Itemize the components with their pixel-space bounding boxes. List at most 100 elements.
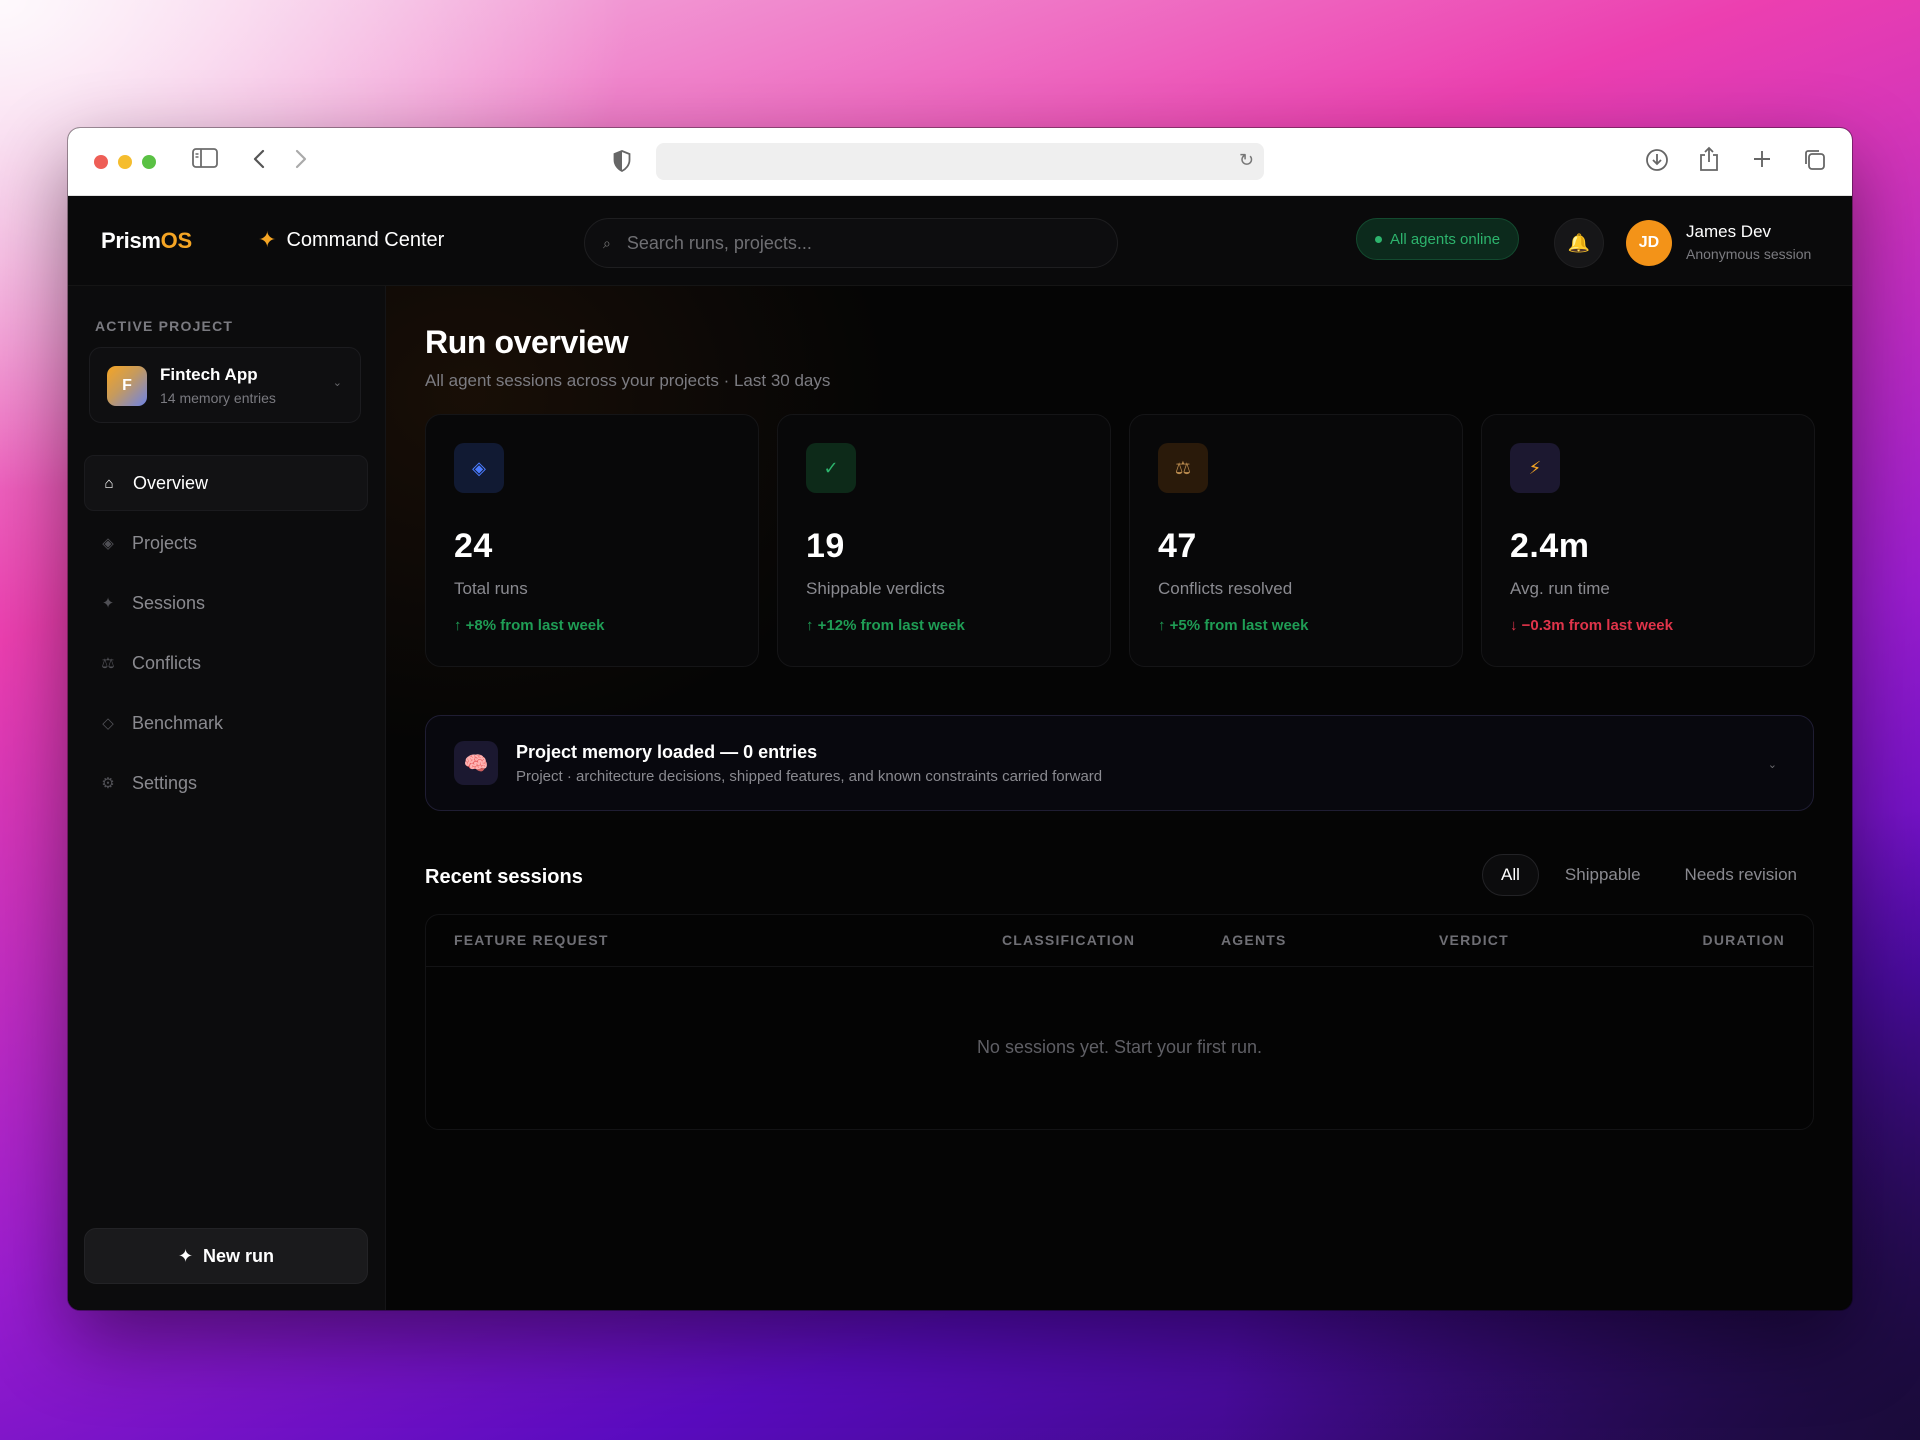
search-input[interactable] bbox=[626, 232, 1047, 254]
new-tab-icon[interactable] bbox=[1751, 148, 1773, 176]
sidebar-item-label: Settings bbox=[132, 772, 198, 793]
sidebar-nav: ⌂ Overview ◈ Projects ✦ Sessions ⚖ Confl… bbox=[84, 455, 368, 815]
stat-value: 19 bbox=[806, 527, 845, 565]
bell-icon: 🔔 bbox=[1567, 232, 1591, 253]
search-bar[interactable]: ⌕ bbox=[584, 218, 1118, 268]
project-switcher[interactable]: F Fintech App 14 memory entries ⌄ bbox=[89, 347, 361, 423]
stats-row: ◈ 24 Total runs ↑ +8% from last week ✓ 1… bbox=[425, 414, 1815, 667]
forward-icon[interactable] bbox=[294, 148, 308, 176]
online-dot-icon bbox=[1375, 235, 1382, 243]
memory-subtitle: Project · architecture decisions, shippe… bbox=[516, 768, 1103, 785]
chevron-down-icon[interactable]: ⌄ bbox=[1768, 758, 1777, 771]
notifications-button[interactable]: 🔔 bbox=[1554, 218, 1604, 268]
column-header-feature-request[interactable]: FEATURE REQUEST bbox=[454, 932, 609, 948]
reload-icon[interactable]: ↻ bbox=[1239, 150, 1254, 171]
sidebar-item-overview[interactable]: ⌂ Overview bbox=[84, 455, 368, 511]
browser-window: ↻ PrismOS ✦ Command Center ⌕ Search runs… bbox=[68, 128, 1852, 1310]
filter-all[interactable]: All bbox=[1482, 854, 1539, 896]
sessions-table: FEATURE REQUEST CLASSIFICATION AGENTS VE… bbox=[425, 914, 1814, 1130]
diamond-icon: ◈ bbox=[454, 443, 504, 493]
check-icon: ✓ bbox=[806, 443, 856, 493]
diamond-outline-icon: ◇ bbox=[102, 715, 114, 732]
stat-label: Avg. run time bbox=[1510, 579, 1610, 598]
sidebar-item-label: Conflicts bbox=[132, 652, 202, 673]
memory-title: Project memory loaded — 0 entries bbox=[516, 742, 818, 762]
stat-card-total-runs[interactable]: ◈ 24 Total runs ↑ +8% from last week bbox=[425, 414, 759, 667]
app-header: PrismOS ✦ Command Center ⌕ All agents on… bbox=[68, 196, 1852, 286]
empty-state-message: No sessions yet. Start your first run. bbox=[976, 1037, 1263, 1057]
scale-icon: ⚖ bbox=[101, 655, 115, 672]
stat-delta: ↓ −0.3m from last week bbox=[1510, 617, 1673, 634]
section-heading: ✦ Command Center bbox=[258, 227, 444, 253]
sparkle-icon: ✦ bbox=[101, 595, 115, 612]
active-project-label: ACTIVE PROJECT bbox=[95, 318, 234, 334]
status-badge-label: All agents online bbox=[1390, 230, 1501, 248]
sidebar-item-label: Benchmark bbox=[132, 712, 224, 733]
filter-needs-revision[interactable]: Needs revision bbox=[1667, 854, 1815, 896]
project-memory-count: 14 memory entries bbox=[160, 390, 276, 406]
table-header: FEATURE REQUEST CLASSIFICATION AGENTS VE… bbox=[426, 915, 1813, 967]
sidebar-item-label: Projects bbox=[132, 532, 198, 553]
column-header-verdict[interactable]: VERDICT bbox=[1439, 932, 1509, 948]
sidebar-item-benchmark[interactable]: ◇ Benchmark bbox=[84, 695, 368, 751]
search-icon: ⌕ bbox=[603, 234, 611, 251]
page-subtitle: All agent sessions across your projects … bbox=[425, 371, 831, 390]
sidebar: ACTIVE PROJECT F Fintech App 14 memory e… bbox=[68, 286, 386, 1310]
gear-icon: ⚙ bbox=[101, 775, 115, 792]
stat-delta: ↑ +8% from last week bbox=[454, 617, 605, 634]
privacy-shield-icon[interactable] bbox=[613, 150, 631, 173]
user-name[interactable]: James Dev bbox=[1686, 222, 1771, 242]
address-bar[interactable]: ↻ bbox=[656, 143, 1264, 180]
stat-card-avg-run-time[interactable]: ⚡ 2.4m Avg. run time ↓ −0.3m from last w… bbox=[1481, 414, 1815, 667]
new-run-button[interactable]: ✦ New run bbox=[84, 1228, 368, 1284]
sidebar-toggle-icon[interactable] bbox=[192, 148, 218, 174]
sparkle-icon: ✦ bbox=[258, 227, 277, 252]
sidebar-item-conflicts[interactable]: ⚖ Conflicts bbox=[84, 635, 368, 691]
agents-status-badge[interactable]: All agents online bbox=[1356, 218, 1520, 260]
window-controls bbox=[94, 155, 156, 169]
stat-delta: ↑ +12% from last week bbox=[806, 617, 965, 634]
stat-value: 2.4m bbox=[1510, 527, 1590, 565]
share-icon[interactable] bbox=[1698, 146, 1720, 178]
app-logo[interactable]: PrismOS bbox=[101, 228, 192, 254]
column-header-agents[interactable]: AGENTS bbox=[1221, 932, 1287, 948]
sidebar-item-projects[interactable]: ◈ Projects bbox=[84, 515, 368, 571]
maximize-window-button[interactable] bbox=[142, 155, 156, 169]
page-title: Run overview bbox=[425, 324, 629, 360]
project-memory-banner[interactable]: 🧠 Project memory loaded — 0 entries Proj… bbox=[425, 715, 1814, 811]
stat-label: Shippable verdicts bbox=[806, 579, 945, 598]
browser-toolbar: ↻ bbox=[68, 128, 1852, 196]
column-header-duration[interactable]: DURATION bbox=[1703, 932, 1785, 948]
filter-shippable[interactable]: Shippable bbox=[1547, 854, 1659, 896]
session-filters: All Shippable Needs revision bbox=[1482, 854, 1815, 896]
new-run-label: New run bbox=[203, 1245, 275, 1266]
close-window-button[interactable] bbox=[94, 155, 108, 169]
brain-icon: 🧠 bbox=[454, 741, 498, 785]
sidebar-item-settings[interactable]: ⚙ Settings bbox=[84, 755, 368, 811]
sparkle-icon: ✦ bbox=[177, 1245, 194, 1266]
minimize-window-button[interactable] bbox=[118, 155, 132, 169]
main-content: Run overview All agent sessions across y… bbox=[386, 286, 1852, 1310]
back-icon[interactable] bbox=[252, 148, 266, 176]
sidebar-item-sessions[interactable]: ✦ Sessions bbox=[84, 575, 368, 631]
stat-delta: ↑ +5% from last week bbox=[1158, 617, 1309, 634]
stat-value: 24 bbox=[454, 527, 493, 565]
section-title: Command Center bbox=[286, 228, 445, 251]
lightning-icon: ⚡ bbox=[1510, 443, 1560, 493]
logo-accent-text: OS bbox=[160, 228, 192, 253]
column-header-classification[interactable]: CLASSIFICATION bbox=[1002, 932, 1135, 948]
user-session-label: Anonymous session bbox=[1686, 246, 1812, 262]
app-root: PrismOS ✦ Command Center ⌕ All agents on… bbox=[68, 196, 1852, 1310]
stat-card-shippable-verdicts[interactable]: ✓ 19 Shippable verdicts ↑ +12% from last… bbox=[777, 414, 1111, 667]
project-avatar: F bbox=[107, 366, 147, 406]
sidebar-item-label: Sessions bbox=[132, 592, 206, 613]
tab-overview-icon[interactable] bbox=[1803, 148, 1827, 178]
chevron-down-icon: ⌄ bbox=[332, 377, 342, 389]
stat-card-conflicts-resolved[interactable]: ⚖ 47 Conflicts resolved ↑ +5% from last … bbox=[1129, 414, 1463, 667]
avatar[interactable]: JD bbox=[1626, 220, 1672, 266]
logo-text: Prism bbox=[101, 228, 161, 253]
recent-sessions-title: Recent sessions bbox=[425, 866, 583, 888]
downloads-icon[interactable] bbox=[1645, 148, 1669, 178]
home-icon: ⌂ bbox=[104, 474, 114, 492]
diamond-icon: ◈ bbox=[102, 535, 114, 552]
